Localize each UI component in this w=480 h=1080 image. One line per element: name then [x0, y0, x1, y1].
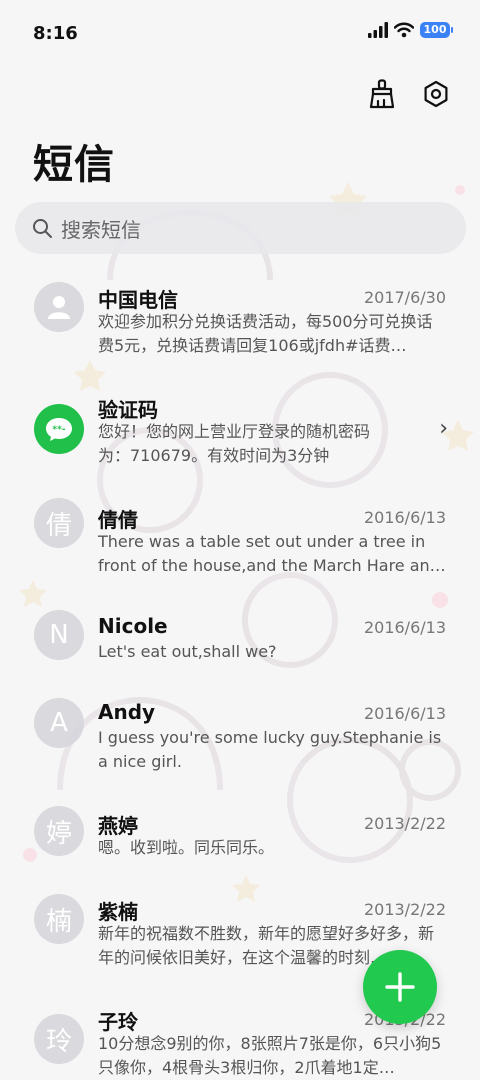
wifi-icon: [394, 22, 414, 38]
avatar: 楠: [34, 894, 84, 944]
message-date: 2017/6/30: [363, 288, 446, 307]
message-date: 2016/6/13: [363, 618, 446, 637]
battery-indicator: 100: [420, 22, 453, 38]
contact-name: 紫楠: [98, 900, 138, 924]
message-date: 2016/6/13: [363, 704, 446, 723]
message-date: 2013/2/22: [363, 900, 446, 919]
status-time: 8:16: [33, 23, 78, 44]
status-bar: 8:16 100: [0, 0, 480, 66]
search-icon: [33, 219, 52, 238]
avatar: A: [34, 698, 84, 748]
conversation-row[interactable]: N Nicole 2016/6/13 Let's eat out,shall w…: [0, 606, 480, 692]
contact-name: 子玲: [98, 1010, 138, 1034]
avatar: 玲: [34, 1014, 84, 1064]
avatar: **-: [34, 404, 84, 454]
avatar: N: [34, 610, 84, 660]
conversation-row[interactable]: A Andy 2016/6/13 I guess you're some luc…: [0, 692, 480, 802]
contact-name: Nicole: [98, 614, 168, 638]
page-title: 短信: [33, 142, 115, 188]
contact-name: Andy: [98, 700, 156, 724]
contact-name: 燕婷: [98, 814, 138, 838]
message-preview: There was a table set out under a tree i…: [98, 532, 446, 575]
message-preview: 10分想念9别的你，8张照片7张是你，6只小狗5只像你，4根骨头3根归你，2爪着…: [98, 1034, 442, 1077]
conversation-row[interactable]: 婷 燕婷 2013/2/22 嗯。收到啦。同乐同乐。: [0, 802, 480, 888]
message-bubble-icon: **-: [46, 418, 72, 441]
avatar: 婷: [34, 806, 84, 856]
message-preview: 嗯。收到啦。同乐同乐。: [98, 838, 275, 857]
status-icons: 100: [368, 22, 453, 38]
message-preview: 您好！您的网上营业厅登录的随机密码为：710679。有效时间为3分钟: [98, 422, 371, 465]
message-date: 2013/2/22: [363, 814, 446, 833]
message-preview: Let's eat out,shall we?: [98, 642, 277, 661]
settings-icon[interactable]: [418, 76, 454, 112]
search-bar[interactable]: 搜索短信: [15, 202, 466, 254]
cellular-signal-icon: [368, 22, 388, 38]
contact-name: 倩倩: [98, 508, 138, 532]
message-preview: 欢迎参加积分兑换话费活动，每500分可兑换话费5元，兑换话费请回复106或jfd…: [98, 312, 433, 355]
conversation-row[interactable]: 倩 倩倩 2016/6/13 There was a table set out…: [0, 496, 480, 606]
chevron-right-icon[interactable]: ›: [439, 416, 448, 441]
compose-button[interactable]: [363, 950, 437, 1024]
message-date: 2016/6/13: [363, 508, 446, 527]
avatar: 倩: [34, 498, 84, 548]
person-icon: [48, 296, 70, 319]
svg-text:**-: **-: [52, 425, 65, 435]
conversation-row[interactable]: **- 验证码 您好！您的网上营业厅登录的随机密码为：710679。有效时间为3…: [0, 386, 480, 496]
conversation-row[interactable]: 中国电信 2017/6/30 欢迎参加积分兑换话费活动，每500分可兑换话费5元…: [0, 276, 480, 386]
contact-name: 中国电信: [98, 288, 178, 312]
contact-name: 验证码: [98, 398, 158, 422]
top-actions: [364, 76, 454, 112]
search-placeholder: 搜索短信: [61, 217, 141, 242]
message-preview: I guess you're some lucky guy.Stephanie …: [98, 728, 442, 771]
avatar: [34, 282, 84, 332]
plus-icon: [385, 972, 415, 1002]
broom-icon[interactable]: [364, 76, 400, 112]
